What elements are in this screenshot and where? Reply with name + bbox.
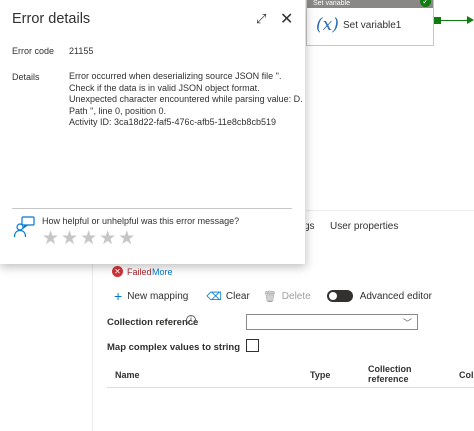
trash-icon: 🗑 [262,290,277,303]
feedback-question: How helpful or unhelpful was this error … [42,216,240,226]
info-icon[interactable]: i [186,315,196,325]
feedback-person-icon [13,216,35,238]
activity-set-variable[interactable]: Set variable ✓ (𝑥) Set variable1 [306,0,434,46]
error-details-text: Error occurred when deserializing source… [69,71,303,129]
plus-icon: + [114,288,123,304]
toggle-knob [328,292,337,300]
activity-name: Set variable1 [343,20,402,31]
success-output-handle[interactable] [434,17,441,24]
rating-stars: ★ ★ ★ ★ ★ [42,229,137,249]
details-label: Details [12,72,40,82]
delete-label: Delete [281,290,311,302]
status-failed: Failed [127,267,152,277]
star-icon-4[interactable]: ★ [99,229,116,249]
star-icon-2[interactable]: ★ [61,229,78,249]
column-header-truncated: Col [459,370,474,380]
eraser-icon: ⌫ [206,290,222,303]
details-line: Path '', line 0, position 0. [69,105,166,116]
new-mapping-button[interactable]: + New mapping [107,289,206,303]
new-mapping-label: New mapping [127,290,189,302]
star-icon-5[interactable]: ★ [118,229,135,249]
column-header-name: Name [115,370,140,380]
variable-x-icon: (𝑥) [316,15,339,35]
activity-type-label: Set variable [307,0,433,8]
column-header-type: Type [310,370,331,380]
collection-reference-select[interactable]: ﹀ [246,314,418,330]
details-line: Unexpected character encountered while p… [69,94,303,104]
error-code-label: Error code [12,46,55,56]
collection-reference-label: Collection reference [107,317,199,328]
clear-button[interactable]: ⌫ Clear [206,290,262,303]
feedback-divider [12,208,292,209]
map-complex-label: Map complex values to string [107,342,241,353]
close-icon[interactable]: ✕ [280,9,293,29]
details-line: Activity ID: 3ca18d22-faf5-476c-afb5-11e… [69,117,276,127]
delete-button[interactable]: 🗑 Delete [263,290,327,303]
column-header-collection-reference: Collection reference [368,364,412,384]
details-line: Check if the data is in valid JSON objec… [69,82,260,93]
success-connector [441,20,467,21]
chevron-down-icon: ﹀ [402,318,412,328]
clear-label: Clear [225,290,250,302]
details-line: Error occurred when deserializing source… [69,71,282,81]
expand-icon[interactable]: ⤢ [256,11,266,27]
tab-user-properties[interactable]: User properties [330,221,398,232]
mapping-toolbar: + New mapping ⌫ Clear 🗑 Delete Advanced … [107,288,432,304]
star-icon-1[interactable]: ★ [42,229,59,249]
error-code-value: 21155 [69,46,94,56]
error-x-icon: ✕ [112,266,123,277]
star-icon-3[interactable]: ★ [80,229,97,249]
status-more-link[interactable]: More [152,267,173,277]
advanced-editor-label: Advanced editor [359,290,432,302]
map-complex-checkbox[interactable] [246,339,259,352]
dialog-title: Error details [12,11,91,27]
advanced-editor-toggle[interactable] [326,290,353,302]
table-header-divider [107,387,474,388]
connector-arrow-icon [467,16,474,24]
error-details-dialog: Error details ⤢ ✕ Error code 21155 Detai… [0,0,306,264]
